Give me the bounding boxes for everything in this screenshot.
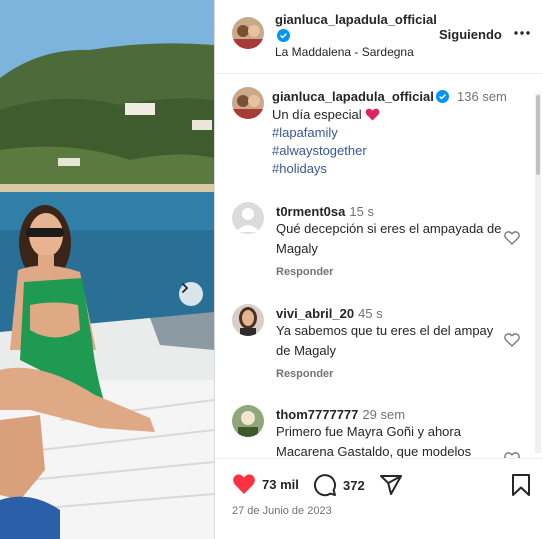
likes-count[interactable]: 73 mil [262, 477, 299, 492]
post-photo [0, 0, 214, 539]
caption-avatar[interactable] [232, 87, 264, 119]
post-header: gianluca_lapadula_official La Maddalena … [215, 0, 543, 74]
comment-button[interactable]: 372 [313, 473, 365, 497]
post-actions: 73 mil 372 27 de Junio de 2023 [215, 458, 543, 539]
post-location[interactable]: La Maddalena - Sardegna [275, 45, 414, 59]
reply-button[interactable]: Responder [276, 368, 333, 380]
hashtag-link[interactable]: #holidays [272, 161, 327, 176]
next-image-button[interactable] [179, 282, 203, 306]
hashtag-link[interactable]: #alwaystogether [272, 143, 367, 158]
commenter-username[interactable]: t0rment0sa 15 s [276, 204, 374, 219]
like-button[interactable]: 73 mil [232, 473, 299, 495]
commenter-avatar[interactable] [232, 405, 264, 437]
caption-username[interactable]: gianluca_lapadula_official [272, 89, 449, 104]
author-username[interactable]: gianluca_lapadula_official [275, 12, 437, 44]
red-heart-emoji-icon [365, 108, 380, 121]
verified-badge-icon [435, 90, 449, 103]
author-avatar[interactable] [232, 17, 264, 49]
comment-icon [314, 474, 336, 497]
comments-count[interactable]: 372 [343, 478, 365, 493]
hashtag-link[interactable]: #lapafamily [272, 125, 338, 140]
commenter-avatar[interactable] [232, 304, 264, 336]
more-options-icon[interactable] [513, 24, 531, 42]
default-avatar-icon [232, 202, 264, 234]
post-date: 27 de Junio de 2023 [232, 505, 332, 517]
commenter-avatar[interactable] [232, 202, 264, 234]
caption-text: Un día especial [272, 107, 380, 122]
verified-badge-icon [277, 29, 290, 42]
heart-icon [233, 474, 255, 494]
heart-icon[interactable] [504, 231, 520, 245]
reply-button[interactable]: Responder [276, 266, 333, 278]
comment-text: Qué decepción si eres el ampayada de Mag… [276, 221, 502, 256]
commenter-username[interactable]: thom7777777 29 sem [276, 407, 405, 422]
commenter-username[interactable]: vivi_abril_20 45 s [276, 306, 383, 321]
following-button[interactable]: Siguiendo [439, 27, 502, 42]
post-details-panel: gianluca_lapadula_official La Maddalena … [214, 0, 543, 539]
bookmark-icon[interactable] [511, 473, 531, 497]
caption-time[interactable]: 136 sem [457, 89, 507, 104]
share-icon[interactable] [379, 473, 403, 497]
scrollbar-thumb[interactable] [536, 95, 540, 175]
comment-text: Ya sabemos que tu eres el del ampay de M… [276, 323, 494, 358]
post-image [0, 0, 214, 539]
chevron-right-icon [182, 283, 189, 293]
comments-list[interactable]: gianluca_lapadula_official 136 sem Un dí… [215, 75, 543, 458]
comment-text: Primero fue Mayra Goñi y ahora Macarena … [276, 424, 472, 458]
heart-icon[interactable] [504, 333, 520, 347]
